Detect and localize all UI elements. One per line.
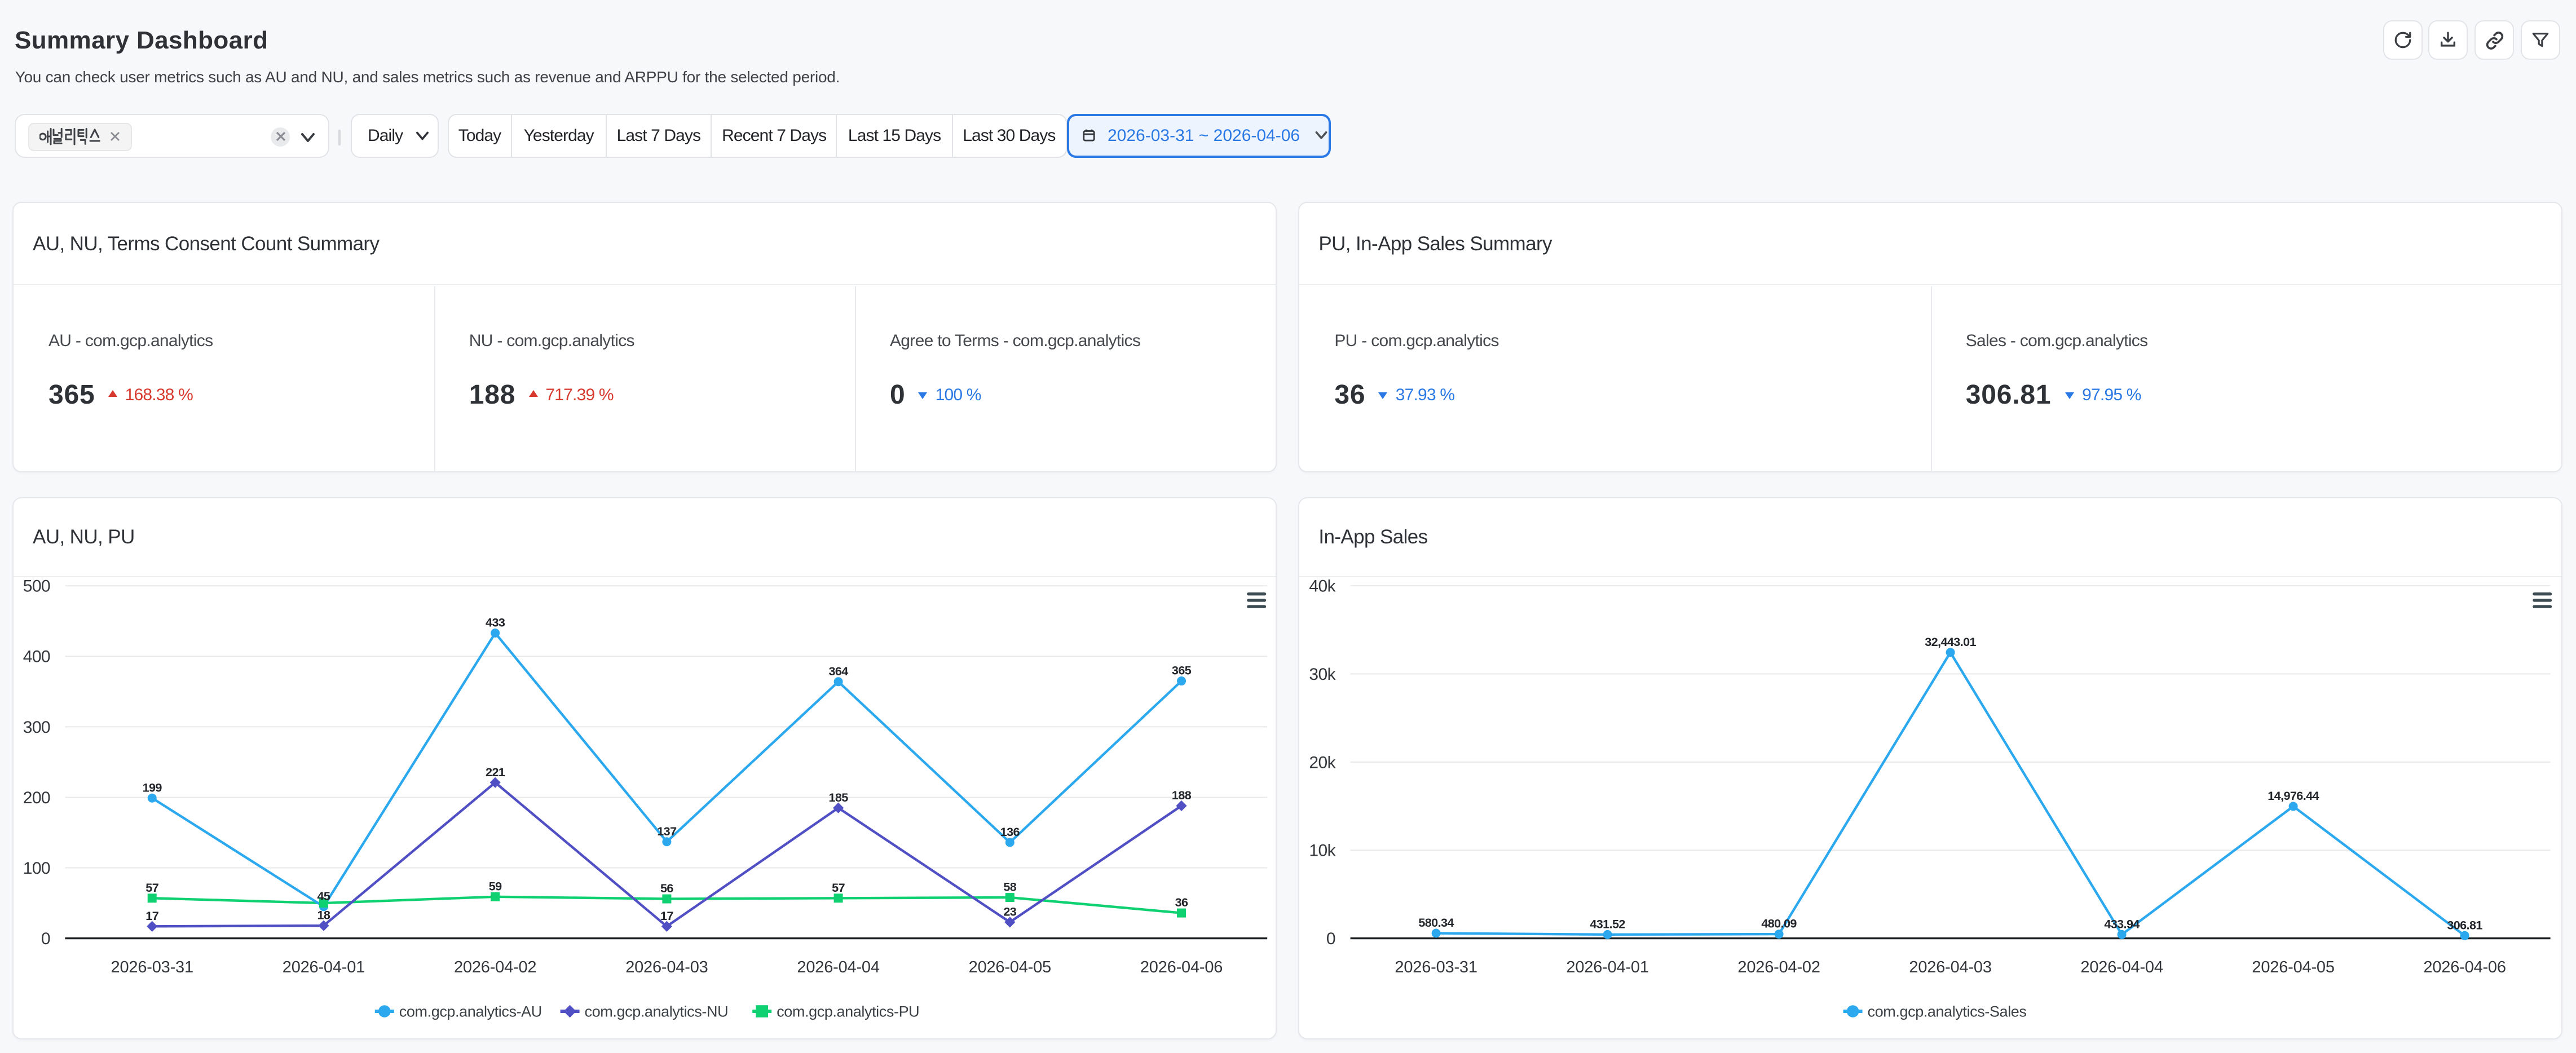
svg-text:59: 59 xyxy=(489,879,502,893)
svg-text:365: 365 xyxy=(1172,663,1192,678)
svg-text:137: 137 xyxy=(657,824,677,838)
svg-text:40k: 40k xyxy=(1309,577,1336,596)
svg-text:433.94: 433.94 xyxy=(2105,917,2140,931)
svg-text:136: 136 xyxy=(1000,825,1020,839)
svg-text:200: 200 xyxy=(23,789,50,807)
svg-text:2026-04-03: 2026-04-03 xyxy=(1909,958,1992,976)
svg-text:57: 57 xyxy=(832,881,845,895)
svg-text:18: 18 xyxy=(317,908,330,922)
svg-text:185: 185 xyxy=(828,790,848,804)
svg-text:2026-04-02: 2026-04-02 xyxy=(454,958,536,976)
svg-text:188: 188 xyxy=(1172,788,1192,802)
svg-text:2026-04-06: 2026-04-06 xyxy=(2424,958,2506,976)
svg-text:400: 400 xyxy=(23,648,50,666)
svg-text:580.34: 580.34 xyxy=(1419,915,1454,930)
svg-text:100: 100 xyxy=(23,859,50,878)
svg-text:0: 0 xyxy=(41,930,50,948)
svg-text:300: 300 xyxy=(23,718,50,737)
svg-text:2026-04-05: 2026-04-05 xyxy=(969,958,1051,976)
svg-text:2026-04-03: 2026-04-03 xyxy=(625,958,708,976)
svg-text:com.gcp.analytics-PU: com.gcp.analytics-PU xyxy=(777,1003,919,1020)
svg-text:2026-04-05: 2026-04-05 xyxy=(2252,958,2335,976)
svg-text:com.gcp.analytics-AU: com.gcp.analytics-AU xyxy=(399,1003,542,1020)
svg-text:10k: 10k xyxy=(1309,842,1336,860)
svg-text:2026-03-31: 2026-03-31 xyxy=(1395,958,1477,976)
svg-text:364: 364 xyxy=(828,664,848,678)
svg-text:57: 57 xyxy=(145,881,158,895)
svg-text:32,443.01: 32,443.01 xyxy=(1925,635,1977,649)
svg-text:com.gcp.analytics-Sales: com.gcp.analytics-Sales xyxy=(1868,1003,2027,1020)
svg-text:480.09: 480.09 xyxy=(1762,917,1797,931)
svg-text:2026-04-01: 2026-04-01 xyxy=(283,958,365,976)
svg-text:433: 433 xyxy=(486,616,505,630)
svg-text:2026-04-04: 2026-04-04 xyxy=(2081,958,2163,976)
svg-text:2026-04-06: 2026-04-06 xyxy=(1140,958,1223,976)
svg-text:2026-03-31: 2026-03-31 xyxy=(111,958,193,976)
svg-text:17: 17 xyxy=(145,909,158,923)
svg-text:58: 58 xyxy=(1003,880,1016,894)
svg-text:2026-04-02: 2026-04-02 xyxy=(1738,958,1820,976)
svg-text:23: 23 xyxy=(1003,904,1016,918)
svg-text:20k: 20k xyxy=(1309,753,1336,772)
svg-text:0: 0 xyxy=(1326,930,1335,948)
svg-text:306.81: 306.81 xyxy=(2447,918,2483,932)
svg-text:2026-04-04: 2026-04-04 xyxy=(797,958,879,976)
svg-text:199: 199 xyxy=(143,780,162,794)
svg-text:com.gcp.analytics-NU: com.gcp.analytics-NU xyxy=(585,1003,729,1020)
svg-text:431.52: 431.52 xyxy=(1590,917,1626,931)
svg-text:56: 56 xyxy=(660,881,673,895)
svg-text:221: 221 xyxy=(486,765,505,779)
svg-text:45: 45 xyxy=(317,889,330,903)
svg-text:17: 17 xyxy=(660,909,673,923)
svg-text:14,976.44: 14,976.44 xyxy=(2268,789,2319,803)
svg-text:500: 500 xyxy=(23,577,50,596)
svg-text:2026-04-01: 2026-04-01 xyxy=(1567,958,1649,976)
svg-text:36: 36 xyxy=(1175,895,1188,909)
svg-text:30k: 30k xyxy=(1309,665,1336,684)
